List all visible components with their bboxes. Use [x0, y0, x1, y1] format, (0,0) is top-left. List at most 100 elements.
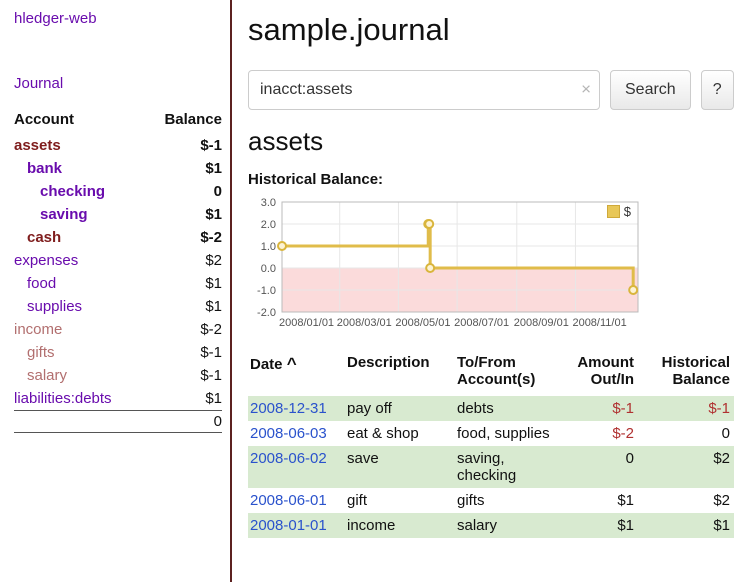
accounts-total-value: 0 [145, 411, 222, 433]
account-balance: $2 [145, 249, 222, 272]
main-content: sample.journal × Search ? assets Histori… [232, 0, 742, 582]
transaction-date-link[interactable]: 2008-06-01 [248, 488, 345, 513]
accounts-total-row: 0 [14, 411, 222, 433]
search-box: × [248, 70, 600, 110]
account-row: checking 0 [14, 180, 222, 203]
account-balance: 0 [145, 180, 222, 203]
account-balance: $1 [145, 157, 222, 180]
transaction-balance: 0 [638, 421, 734, 446]
account-link[interactable]: expenses [14, 252, 78, 269]
register-table: Date ^ Description To/From Account(s) Am… [248, 352, 734, 538]
accounts-total-spacer [14, 411, 145, 433]
transaction-date-link[interactable]: 2008-06-02 [248, 446, 345, 488]
transaction-balance: $1 [638, 513, 734, 538]
legend-label: $ [624, 204, 631, 219]
accounts-table-header: Account Balance [14, 108, 222, 134]
account-link[interactable]: checking [40, 183, 105, 200]
account-row: salary $-1 [14, 364, 222, 387]
sidebar-item-journal[interactable]: Journal [14, 75, 222, 92]
col-header-description[interactable]: Description [345, 352, 455, 396]
account-column-header: Account [14, 108, 145, 134]
register-row: 2008-01-01incomesalary$1$1 [248, 513, 734, 538]
app-title-link[interactable]: hledger-web [14, 10, 222, 27]
account-link[interactable]: assets [14, 137, 61, 154]
account-link[interactable]: gifts [27, 344, 55, 361]
transaction-amount: 0 [555, 446, 638, 488]
transaction-balance: $-1 [638, 396, 734, 421]
accounts-table: Account Balance assets $-1 bank $1 checking 0… [14, 108, 222, 433]
account-row: expenses $2 [14, 249, 222, 272]
chart-title: Historical Balance: [248, 171, 736, 188]
transaction-description: pay off [345, 396, 455, 421]
col-header-date[interactable]: Date ^ [248, 352, 345, 396]
account-row: supplies $1 [14, 295, 222, 318]
account-balance: $1 [145, 295, 222, 318]
help-button[interactable]: ? [701, 70, 734, 110]
account-link[interactable]: cash [27, 229, 61, 246]
transaction-amount: $-2 [555, 421, 638, 446]
transaction-amount: $1 [555, 488, 638, 513]
transaction-amount: $1 [555, 513, 638, 538]
col-header-amount[interactable]: Amount Out/In [555, 352, 638, 396]
transaction-accounts: gifts [455, 488, 555, 513]
svg-text:2008/11/01: 2008/11/01 [572, 317, 626, 329]
transaction-description: save [345, 446, 455, 488]
account-row: bank $1 [14, 157, 222, 180]
register-row: 2008-06-02savesaving, checking0$2 [248, 446, 734, 488]
account-row: income $-2 [14, 318, 222, 341]
account-link[interactable]: income [14, 321, 62, 338]
clear-search-icon[interactable]: × [581, 80, 591, 100]
account-link[interactable]: liabilities:debts [14, 390, 112, 407]
account-balance: $-1 [145, 364, 222, 387]
legend-swatch [607, 205, 620, 218]
account-balance: $-2 [145, 318, 222, 341]
page-title: sample.journal [248, 12, 736, 48]
search-bar: × Search ? [248, 70, 736, 110]
account-row: food $1 [14, 272, 222, 295]
search-button[interactable]: Search [610, 70, 691, 110]
transaction-date-link[interactable]: 2008-12-31 [248, 396, 345, 421]
transaction-description: income [345, 513, 455, 538]
sort-ascending-icon: ^ [287, 354, 297, 373]
transaction-balance: $2 [638, 446, 734, 488]
transaction-accounts: salary [455, 513, 555, 538]
account-link[interactable]: supplies [27, 298, 82, 315]
account-link[interactable]: saving [40, 206, 88, 223]
svg-text:2.0: 2.0 [261, 219, 276, 231]
search-input[interactable] [248, 70, 600, 110]
account-heading: assets [248, 126, 736, 157]
transaction-accounts: food, supplies [455, 421, 555, 446]
transaction-date-link[interactable]: 2008-01-01 [248, 513, 345, 538]
transaction-description: eat & shop [345, 421, 455, 446]
svg-text:2008/03/01: 2008/03/01 [337, 317, 392, 329]
svg-text:2008/09/01: 2008/09/01 [514, 317, 569, 329]
account-row: assets $-1 [14, 134, 222, 157]
account-balance: $-1 [145, 341, 222, 364]
account-link[interactable]: salary [27, 367, 67, 384]
svg-text:3.0: 3.0 [261, 197, 276, 209]
svg-text:-1.0: -1.0 [257, 285, 276, 297]
account-balance: $-2 [145, 226, 222, 249]
data-point-marker [426, 264, 434, 272]
register-row: 2008-06-03eat & shopfood, supplies$-20 [248, 421, 734, 446]
chart-svg: 3.02.01.00.0-1.0-2.02008/01/012008/03/01… [248, 196, 644, 338]
account-balance: $-1 [145, 134, 222, 157]
app-window: hledger-web Journal Account Balance asse… [0, 0, 742, 582]
account-row: cash $-2 [14, 226, 222, 249]
account-balance: $1 [145, 272, 222, 295]
col-header-balance[interactable]: Historical Balance [638, 352, 734, 396]
chart-legend: $ [604, 203, 634, 220]
transaction-accounts: saving, checking [455, 446, 555, 488]
account-row: saving $1 [14, 203, 222, 226]
svg-text:2008/01/01: 2008/01/01 [279, 317, 334, 329]
transaction-date-link[interactable]: 2008-06-03 [248, 421, 345, 446]
data-point-marker [278, 242, 286, 250]
account-balance: $1 [145, 203, 222, 226]
account-link[interactable]: bank [27, 160, 62, 177]
data-point-marker [629, 286, 637, 294]
col-header-account[interactable]: To/From Account(s) [455, 352, 555, 396]
account-row: liabilities:debts$1 [14, 387, 222, 411]
account-link[interactable]: food [27, 275, 56, 292]
transaction-description: gift [345, 488, 455, 513]
sidebar: hledger-web Journal Account Balance asse… [0, 0, 230, 582]
